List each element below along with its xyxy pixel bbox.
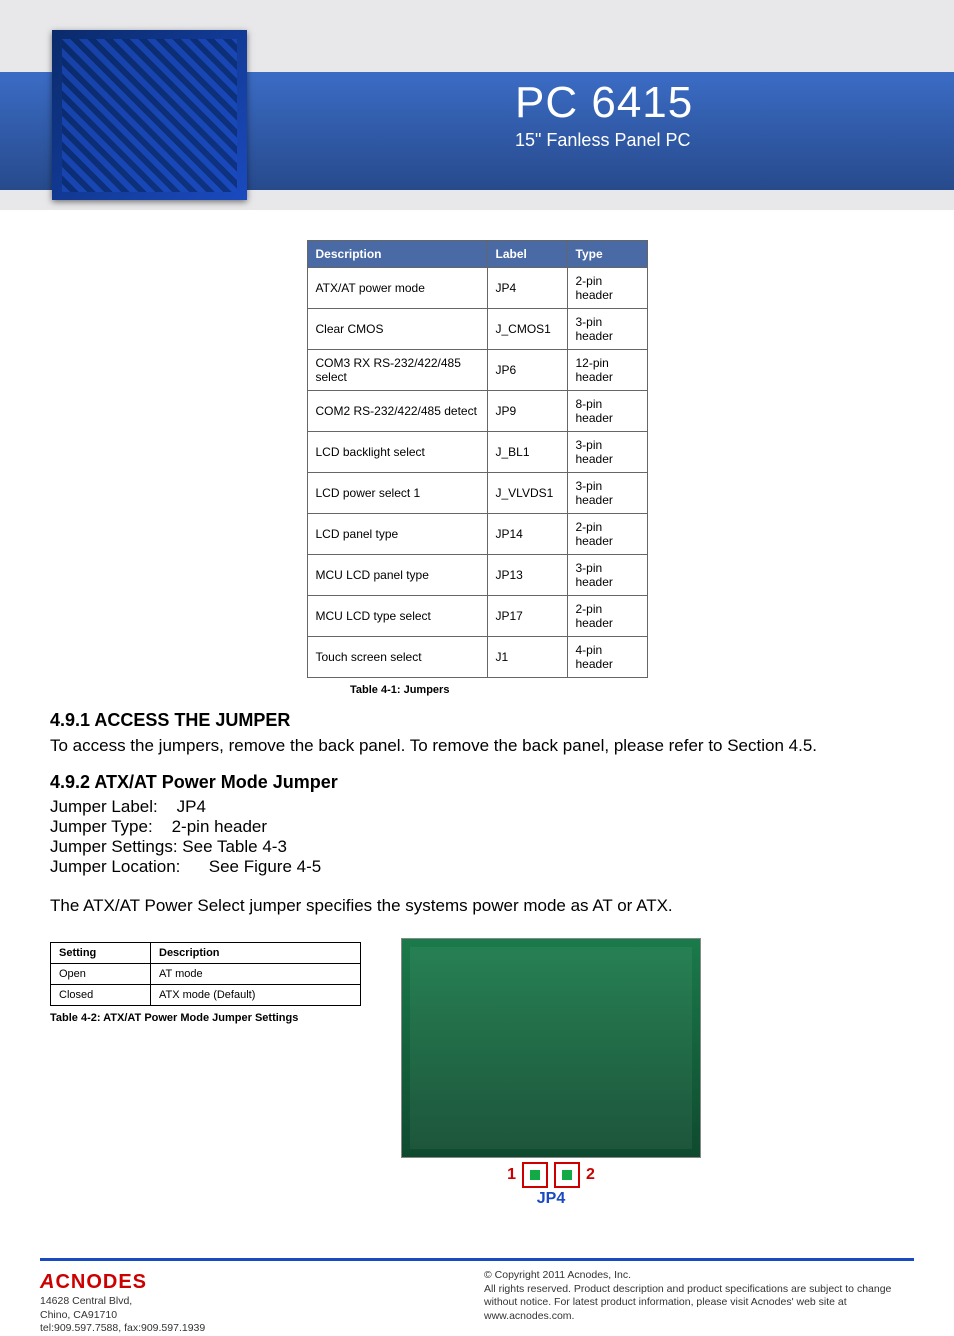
table-cell: Clear CMOS [307,309,487,350]
product-thumbnail [52,30,247,200]
spec-label-value: JP4 [177,797,206,816]
table-row: COM2 RS-232/422/485 detectJP98-pin heade… [307,391,647,432]
table-cell: 12-pin header [567,350,647,391]
table-cell: J_CMOS1 [487,309,567,350]
footer-phone: tel:909.597.7588, fax:909.597.1939 [40,1322,205,1336]
spec-label: Jumper Label: JP4 [50,797,904,817]
jp4-callout: 1 2 JP4 [401,1162,701,1208]
spec-location-value: See Figure 4-5 [209,857,321,876]
table-cell: 2-pin header [567,596,647,637]
table-cell: 8-pin header [567,391,647,432]
settings-row: Setting Description OpenAT modeClosedATX… [50,938,904,1208]
table-cell: AT mode [151,963,361,984]
spec-label-key: Jumper Label: [50,797,158,816]
table-cell: 3-pin header [567,309,647,350]
table-cell: COM3 RX RS-232/422/485 select [307,350,487,391]
spec-type-value: 2-pin header [172,817,267,836]
table-row: OpenAT mode [51,963,361,984]
table-cell: COM2 RS-232/422/485 detect [307,391,487,432]
scol-setting: Setting [51,942,151,963]
table-cell: J1 [487,637,567,678]
content: Description Label Type ATX/AT power mode… [0,210,954,1228]
pin-left-number: 1 [507,1166,516,1184]
col-type: Type [567,241,647,268]
table-row: MCU LCD panel typeJP133-pin header [307,555,647,596]
section-492-body: The ATX/AT Power Select jumper specifies… [50,895,904,918]
table-row: LCD panel typeJP142-pin header [307,514,647,555]
header-band: PC 6415 15" Fanless Panel PC [0,0,954,210]
scol-description: Description [151,942,361,963]
table-row: ClosedATX mode (Default) [51,984,361,1005]
pin-2-icon [554,1162,580,1188]
table-cell: LCD backlight select [307,432,487,473]
spec-location: Jumper Location: See Figure 4-5 [50,857,904,877]
settings-table-block: Setting Description OpenAT modeClosedATX… [50,938,361,1024]
product-title: PC 6415 [515,78,693,128]
table-cell: MCU LCD panel type [307,555,487,596]
title-block: PC 6415 15" Fanless Panel PC [515,78,693,151]
table-cell: 4-pin header [567,637,647,678]
footer-address-1: 14628 Central Blvd, [40,1295,205,1309]
table-cell: LCD power select 1 [307,473,487,514]
section-491-heading: 4.9.1 ACCESS THE JUMPER [50,710,904,731]
footer-copyright: © Copyright 2011 Acnodes, Inc. [484,1269,914,1283]
jumpers-table: Description Label Type ATX/AT power mode… [307,240,648,678]
table-row: Clear CMOSJ_CMOS13-pin header [307,309,647,350]
table-cell: J_VLVDS1 [487,473,567,514]
table-cell: 2-pin header [567,514,647,555]
jumpers-table-caption: Table 4-1: Jumpers [350,684,904,696]
spec-settings: Jumper Settings: See Table 4-3 [50,837,904,857]
table-row: LCD power select 1J_VLVDS13-pin header [307,473,647,514]
col-description: Description [307,241,487,268]
footer-legal: All rights reserved. Product description… [484,1283,914,1324]
board-figure: 1 2 JP4 [401,938,701,1208]
table-cell: JP6 [487,350,567,391]
table-cell: Touch screen select [307,637,487,678]
spec-settings-key: Jumper Settings: [50,837,178,856]
table-cell: 3-pin header [567,432,647,473]
table-cell: 3-pin header [567,555,647,596]
table-cell: JP9 [487,391,567,432]
table-cell: ATX/AT power mode [307,268,487,309]
footer: ACNODES 14628 Central Blvd, Chino, CA917… [40,1258,914,1336]
table-row: MCU LCD type selectJP172-pin header [307,596,647,637]
table-cell: 2-pin header [567,268,647,309]
pin-right-number: 2 [586,1166,595,1184]
table-cell: ATX mode (Default) [151,984,361,1005]
table-row: LCD backlight selectJ_BL13-pin header [307,432,647,473]
spec-location-key: Jumper Location: [50,857,180,876]
table-cell: JP4 [487,268,567,309]
settings-table: Setting Description OpenAT modeClosedATX… [50,942,361,1006]
thumbnail-image [62,39,238,192]
table-row: COM3 RX RS-232/422/485 selectJP612-pin h… [307,350,647,391]
footer-right: © Copyright 2011 Acnodes, Inc. All right… [484,1269,914,1336]
product-subtitle: 15" Fanless Panel PC [515,130,693,151]
settings-table-caption: Table 4-2: ATX/AT Power Mode Jumper Sett… [50,1012,361,1024]
brand-logo: ACNODES [40,1269,205,1295]
spec-type-key: Jumper Type: [50,817,153,836]
table-cell: JP14 [487,514,567,555]
spec-type: Jumper Type: 2-pin header [50,817,904,837]
col-label: Label [487,241,567,268]
footer-address-2: Chino, CA91710 [40,1309,205,1323]
section-492-heading: 4.9.2 ATX/AT Power Mode Jumper [50,772,904,793]
table-cell: 3-pin header [567,473,647,514]
table-cell: J_BL1 [487,432,567,473]
jp4-label: JP4 [401,1190,701,1208]
table-cell: Open [51,963,151,984]
page: PC 6415 15" Fanless Panel PC Description… [0,0,954,1336]
table-row: Touch screen selectJ14-pin header [307,637,647,678]
spec-settings-value: See Table 4-3 [182,837,287,856]
table-row: ATX/AT power modeJP42-pin header [307,268,647,309]
table-cell: MCU LCD type select [307,596,487,637]
pin-1-icon [522,1162,548,1188]
table-cell: Closed [51,984,151,1005]
section-491-body: To access the jumpers, remove the back p… [50,735,904,758]
table-cell: LCD panel type [307,514,487,555]
board-image [401,938,701,1158]
table-cell: JP13 [487,555,567,596]
footer-left: ACNODES 14628 Central Blvd, Chino, CA917… [40,1269,205,1336]
table-cell: JP17 [487,596,567,637]
